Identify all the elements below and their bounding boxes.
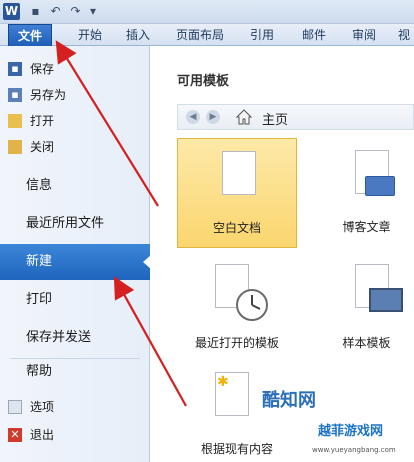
arrow-to-new: [113, 276, 187, 407]
arrow-to-file-tab: [55, 40, 159, 207]
annotation-arrows: [55, 40, 187, 407]
word-backstage-window: W ▪ ↶ ↷ ▾ 文件 开始 插入 页面布局 引用 邮件 审阅 视 ▪ 保存 …: [0, 0, 414, 462]
